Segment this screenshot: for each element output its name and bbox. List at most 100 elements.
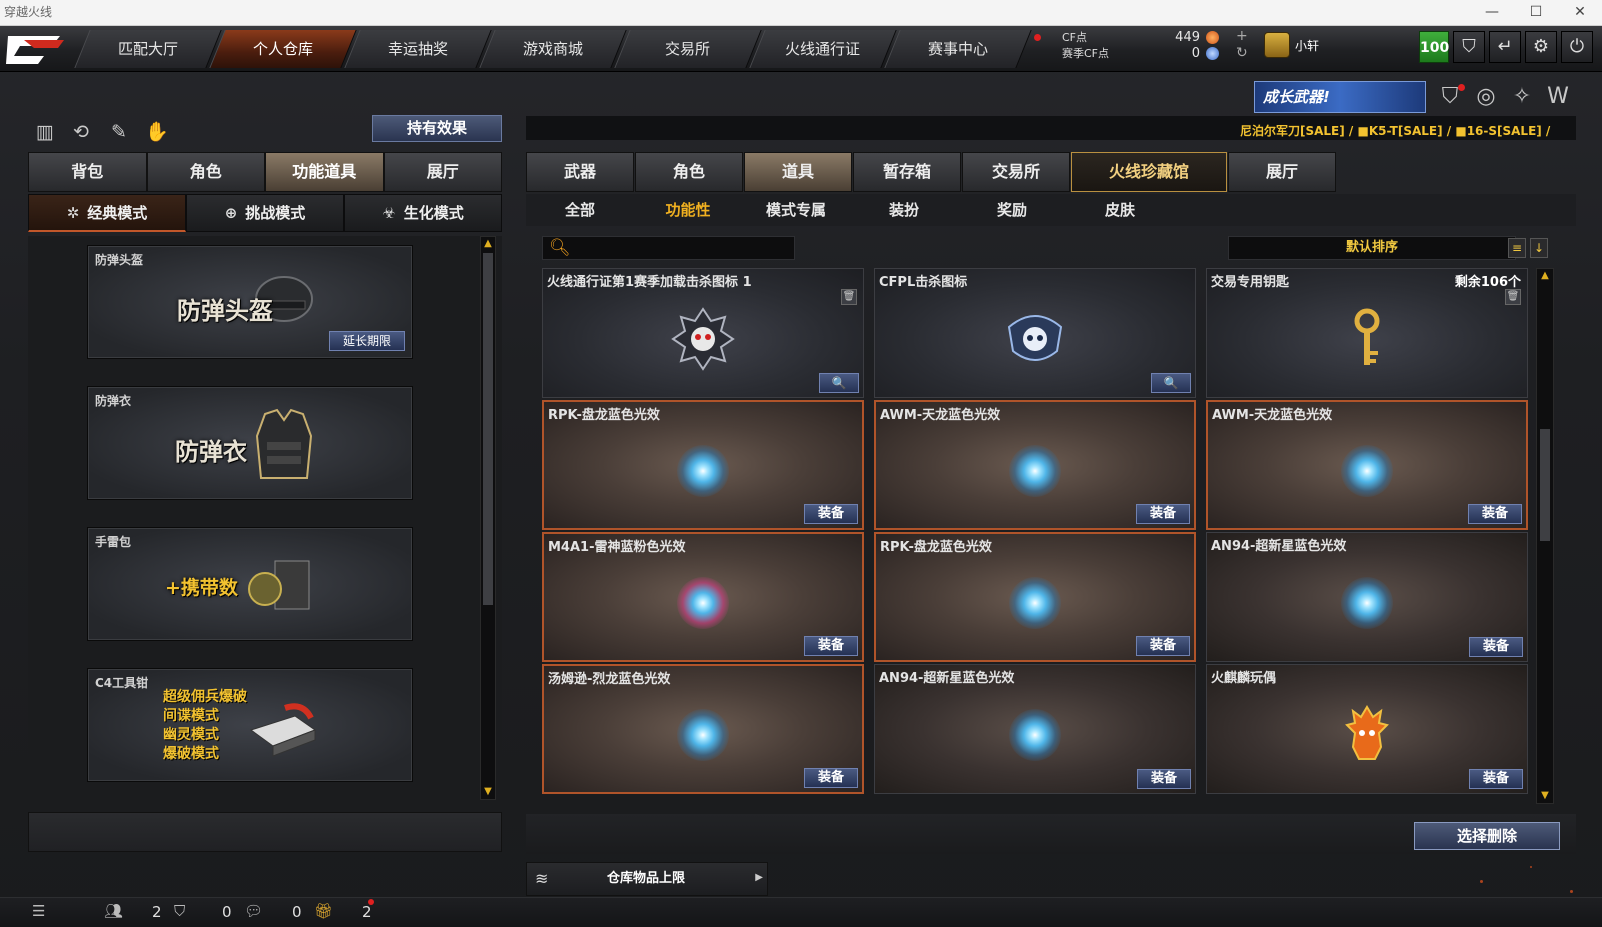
tab-gallery[interactable]: 展厅 bbox=[1228, 152, 1336, 192]
menu-list-icon[interactable]: ☰ bbox=[32, 902, 45, 920]
scroll-down-icon[interactable]: ▼ bbox=[483, 786, 493, 798]
item-card[interactable]: AWM-天龙蓝色光效 装备 bbox=[1206, 400, 1528, 530]
tab-functional-items[interactable]: 功能道具 bbox=[265, 152, 384, 192]
equip-button[interactable]: 装备 bbox=[804, 504, 858, 524]
nav-tab-lottery[interactable]: 幸运抽奖 bbox=[344, 30, 492, 68]
maximize-button[interactable]: ☐ bbox=[1514, 0, 1558, 26]
subtab-skins[interactable]: 皮肤 bbox=[1066, 194, 1174, 226]
cf-logo[interactable] bbox=[4, 30, 66, 70]
mode-biochemical[interactable]: ☣ 生化模式 bbox=[344, 194, 502, 232]
nav-tab-shop[interactable]: 游戏商城 bbox=[479, 30, 627, 68]
season-cf-value: 0 bbox=[1191, 46, 1200, 61]
scroll-up-icon[interactable]: ▲ bbox=[483, 238, 493, 250]
search-input[interactable]: 🔍︎ bbox=[542, 236, 795, 260]
tab-items[interactable]: 道具 bbox=[744, 152, 852, 192]
select-delete-button[interactable]: 选择删除 bbox=[1414, 822, 1560, 850]
mode-challenge[interactable]: ⊕ 挑战模式 bbox=[186, 194, 344, 232]
warehouse-capacity-button[interactable]: ≋ 仓库物品上限 ▶ bbox=[526, 862, 768, 896]
subtab-functional[interactable]: 功能性 bbox=[634, 194, 742, 226]
power-icon[interactable]: ⏻ bbox=[1561, 31, 1593, 63]
close-button[interactable]: ✕ bbox=[1558, 0, 1602, 26]
subtab-all[interactable]: 全部 bbox=[526, 194, 634, 226]
tab-backpack[interactable]: 背包 bbox=[28, 152, 147, 192]
tab-collection-hall[interactable]: 火线珍藏馆 bbox=[1071, 152, 1227, 192]
item-card[interactable]: AN94-超新星蓝色光效 装备 bbox=[874, 664, 1196, 794]
history-icon[interactable]: ⟲ bbox=[69, 120, 93, 144]
refresh-icon[interactable]: ↻ bbox=[1236, 45, 1248, 61]
equip-button[interactable]: 装备 bbox=[804, 636, 858, 656]
subtab-rewards[interactable]: 奖励 bbox=[958, 194, 1066, 226]
equip-button[interactable]: 装备 bbox=[1469, 637, 1523, 657]
equip-button[interactable]: 装备 bbox=[804, 768, 858, 788]
nav-tab-events[interactable]: 赛事中心 bbox=[884, 30, 1032, 68]
wings-icon[interactable]: W bbox=[1544, 83, 1572, 111]
grid-scroll-thumb[interactable] bbox=[1540, 429, 1550, 541]
left-scrollbar[interactable]: ▲ ▼ bbox=[480, 236, 496, 800]
zoom-button[interactable]: 🔍 bbox=[1151, 373, 1191, 393]
gear-icon[interactable]: ⚙ bbox=[1525, 31, 1557, 63]
slot-c4-pliers[interactable]: C4工具钳 超级佣兵爆破 间谍模式 幽灵模式 爆破模式 bbox=[88, 669, 412, 781]
left-scroll-thumb[interactable] bbox=[483, 253, 493, 605]
item-card[interactable]: 火线通行证第1赛季加载击杀图标 1 🗑︎ 🔍 bbox=[542, 268, 864, 398]
scroll-up-icon[interactable]: ▲ bbox=[1540, 270, 1550, 282]
add-cf-icon[interactable]: + bbox=[1236, 28, 1248, 44]
grid-scrollbar[interactable]: ▲ ▼ bbox=[1536, 268, 1554, 804]
trash-icon[interactable]: 🗑︎ bbox=[1505, 289, 1521, 305]
window-title: 穿越火线 bbox=[4, 5, 53, 19]
nav-tab-match-hall[interactable]: 匹配大厅 bbox=[74, 30, 222, 68]
item-card[interactable]: AN94-超新星蓝色光效 装备 bbox=[1206, 532, 1528, 662]
minimize-button[interactable]: — bbox=[1470, 0, 1514, 26]
subtab-outfit[interactable]: 装扮 bbox=[850, 194, 958, 226]
item-card[interactable]: M4A1-雷神蓝粉色光效 装备 bbox=[542, 532, 864, 662]
item-card[interactable]: RPK-盘龙蓝色光效 装备 bbox=[542, 400, 864, 530]
friends-icon[interactable]: 👥︎ bbox=[104, 902, 123, 920]
equip-button[interactable]: 装备 bbox=[1469, 769, 1523, 789]
sort-direction-icon[interactable]: ↓ bbox=[1530, 238, 1548, 258]
nav-tab-exchange[interactable]: 交易所 bbox=[614, 30, 762, 68]
item-card[interactable]: RPK-盘龙蓝色光效 装备 bbox=[874, 532, 1196, 662]
tab-characters[interactable]: 角色 bbox=[635, 152, 743, 192]
equip-button[interactable]: 装备 bbox=[1137, 769, 1191, 789]
sort-dropdown[interactable]: 默认排序 bbox=[1228, 236, 1516, 260]
item-card[interactable]: 汤姆逊-烈龙蓝色光效 装备 bbox=[542, 664, 864, 794]
nav-tab-warehouse[interactable]: 个人仓库 bbox=[209, 30, 357, 68]
blue-effect-icon bbox=[1341, 445, 1393, 497]
slot-helmet[interactable]: 防弹头盔 防弹头盔 延长期限 bbox=[88, 246, 412, 358]
slot-vest[interactable]: 防弹衣 防弹衣 bbox=[88, 387, 412, 499]
owned-effects-button[interactable]: 持有效果 bbox=[372, 115, 502, 142]
tab-showroom[interactable]: 展厅 bbox=[383, 152, 502, 192]
slot-grenade-pack[interactable]: 手雷包 +携带数 bbox=[88, 528, 412, 640]
equip-button[interactable]: 装备 bbox=[1136, 636, 1190, 656]
chat-icon[interactable]: 💬︎ bbox=[244, 902, 263, 920]
character-icon[interactable]: ✎ bbox=[107, 120, 131, 144]
grenade-icon[interactable]: ✋ bbox=[145, 120, 169, 144]
nav-tab-pass[interactable]: 火线通行证 bbox=[749, 30, 897, 68]
subtab-mode-exclusive[interactable]: 模式专属 bbox=[742, 194, 850, 226]
return-icon[interactable]: ↵ bbox=[1489, 31, 1521, 63]
shield-icon[interactable]: ⛉ bbox=[1453, 31, 1485, 63]
scroll-down-icon[interactable]: ▼ bbox=[1540, 790, 1550, 802]
mode-classic[interactable]: ✲ 经典模式 bbox=[28, 194, 186, 232]
equip-button[interactable]: 装备 bbox=[1136, 504, 1190, 524]
growth-weapon-banner[interactable]: 成长武器! bbox=[1254, 81, 1426, 113]
list-view-icon[interactable]: ≡ bbox=[1508, 238, 1526, 258]
item-card[interactable]: AWM-天龙蓝色光效 装备 bbox=[874, 400, 1196, 530]
tab-weapons[interactable]: 武器 bbox=[526, 152, 634, 192]
tab-character[interactable]: 角色 bbox=[146, 152, 265, 192]
item-card[interactable]: CFPL击杀图标 🔍 bbox=[874, 268, 1196, 398]
extend-button[interactable]: 延长期限 bbox=[329, 331, 405, 351]
tab-trade[interactable]: 交易所 bbox=[962, 152, 1070, 192]
trash-icon[interactable]: 🗑︎ bbox=[841, 289, 857, 305]
globe-icon[interactable]: ◎ bbox=[1472, 83, 1500, 111]
item-card[interactable]: 火麒麟玩偶 装备 bbox=[1206, 664, 1528, 794]
rank-badge-icon[interactable] bbox=[1264, 32, 1290, 58]
left-footer bbox=[28, 812, 502, 852]
equip-button[interactable]: 装备 bbox=[1468, 504, 1522, 524]
tab-storage-box[interactable]: 暂存箱 bbox=[853, 152, 961, 192]
zoom-button[interactable]: 🔍 bbox=[819, 373, 859, 393]
gift-icon[interactable]: 🎁︎ bbox=[314, 902, 333, 920]
clan-shield-icon[interactable]: ⛉ bbox=[174, 902, 185, 920]
item-card[interactable]: 交易专用钥匙 剩余106个 🗑︎ bbox=[1206, 268, 1528, 398]
spark-icon[interactable]: ✧ bbox=[1508, 83, 1536, 111]
ranking-icon[interactable]: ▥ bbox=[33, 120, 57, 144]
